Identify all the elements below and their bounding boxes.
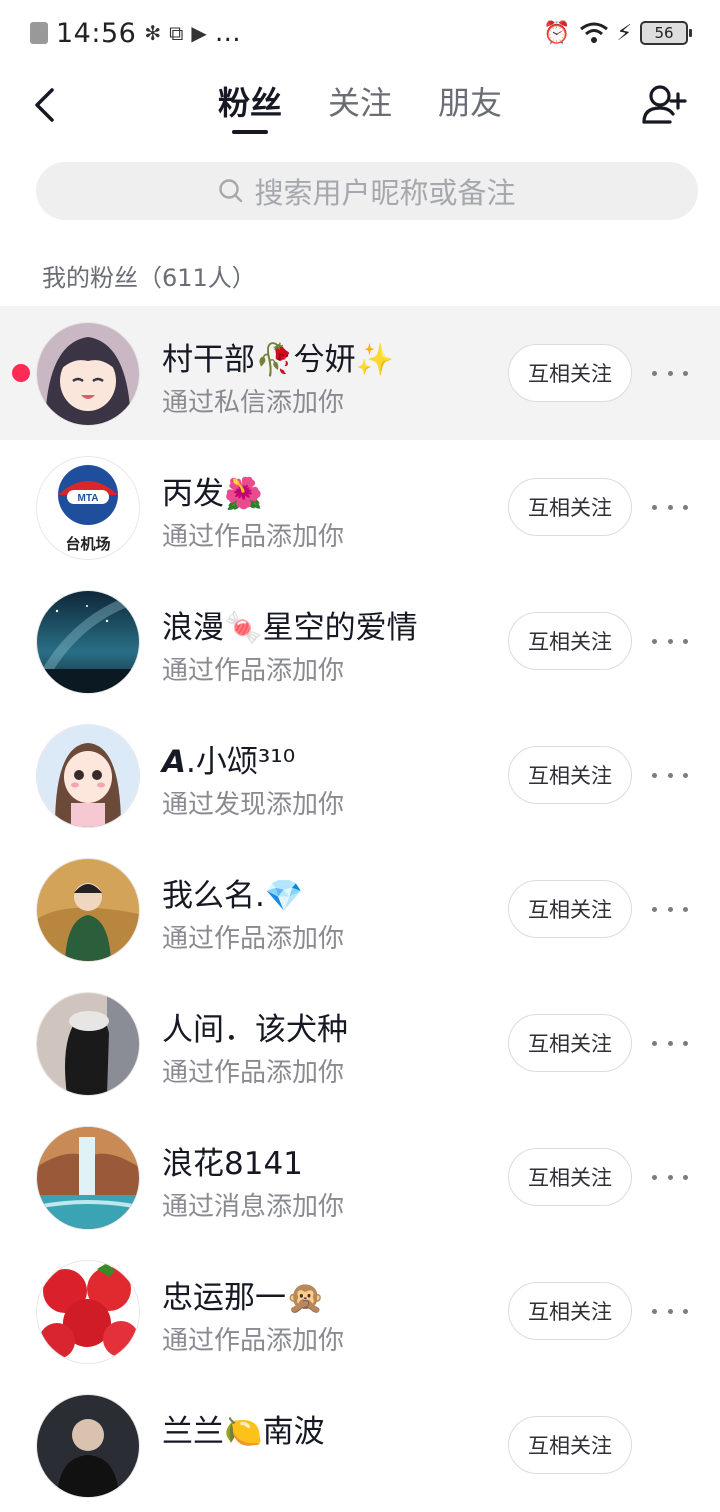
fans-list: 村干部🥀兮妍✨ 通过私信添加你 互相关注 MTA 台机场 丙发🌺 通过作品添加你… [0, 306, 720, 1512]
more-options-icon[interactable] [652, 492, 688, 522]
more-options-icon[interactable] [652, 1162, 688, 1192]
list-item[interactable]: 浪花8141 通过消息添加你 互相关注 [0, 1110, 720, 1244]
fan-name: 𝘼.小颂³¹⁰ [162, 744, 296, 780]
section-title: 我的粉丝（611人） [42, 264, 256, 292]
fan-source: 通过作品添加你 [162, 1326, 345, 1356]
fan-source: 通过作品添加你 [162, 924, 345, 954]
avatar[interactable] [36, 858, 140, 962]
tab-friends[interactable]: 朋友 [434, 80, 506, 134]
avatar[interactable] [36, 724, 140, 828]
more-options-icon[interactable] [652, 1296, 688, 1326]
avatar[interactable]: MTA 台机场 [36, 456, 140, 560]
fan-icon: ✻ [144, 21, 162, 45]
list-item[interactable]: 村干部🥀兮妍✨ 通过私信添加你 互相关注 [0, 306, 720, 440]
tab-bar: 粉丝 关注 朋友 [0, 80, 720, 134]
charging-icon: ⚡ [616, 20, 632, 46]
fan-name: 我么名.💎 [162, 878, 304, 914]
avatar[interactable] [36, 590, 140, 694]
avatar[interactable] [36, 1260, 140, 1364]
search-bar[interactable]: 搜索用户昵称或备注 [36, 162, 698, 220]
mutual-follow-button[interactable]: 互相关注 [508, 612, 632, 670]
mutual-follow-button[interactable]: 互相关注 [508, 1014, 632, 1072]
avatar[interactable] [36, 1394, 140, 1498]
fan-name: 浪花8141 [162, 1146, 303, 1182]
mutual-follow-button[interactable]: 互相关注 [508, 344, 632, 402]
video-icon: ▶ [191, 21, 207, 45]
more-options-icon[interactable] [652, 760, 688, 790]
more-options-icon[interactable] [652, 358, 688, 388]
fan-name: 忠运那一🙊 [162, 1280, 325, 1316]
unread-dot [12, 364, 30, 382]
list-item[interactable]: 我么名.💎 通过作品添加你 互相关注 [0, 842, 720, 976]
fan-source: 通过私信添加你 [162, 388, 345, 418]
search-icon [219, 179, 243, 203]
list-item[interactable]: 𝘼.小颂³¹⁰ 通过发现添加你 互相关注 [0, 708, 720, 842]
list-item[interactable]: 兰兰🍋南波 互相关注 [0, 1378, 720, 1512]
avatar[interactable] [36, 1126, 140, 1230]
list-item[interactable]: MTA 台机场 丙发🌺 通过作品添加你 互相关注 [0, 440, 720, 574]
status-bar: 14:56 ✻ ⧉ ▶ … ⏰ ⚡ 56 [0, 0, 720, 66]
fan-source: 通过作品添加你 [162, 656, 345, 686]
fan-name: 村干部🥀兮妍✨ [162, 342, 395, 378]
tab-following[interactable]: 关注 [324, 80, 396, 134]
more-options-icon[interactable] [652, 626, 688, 656]
mutual-follow-button[interactable]: 互相关注 [508, 1148, 632, 1206]
fan-source: 通过消息添加你 [162, 1192, 345, 1222]
fan-name: 兰兰🍋南波 [162, 1414, 325, 1450]
mutual-follow-button[interactable]: 互相关注 [508, 880, 632, 938]
fan-source: 通过发现添加你 [162, 790, 345, 820]
wifi-icon [579, 22, 608, 43]
svg-text:MTA: MTA [78, 493, 99, 504]
fan-name: 人间．该犬种 [162, 1012, 348, 1048]
list-item[interactable]: 忠运那一🙊 通过作品添加你 互相关注 [0, 1244, 720, 1378]
fan-source: 通过作品添加你 [162, 1058, 345, 1088]
fan-name: 浪漫🍬星空的爱情 [162, 610, 418, 646]
more-status-icon: … [214, 18, 241, 48]
app-icon: ⧉ [169, 21, 184, 45]
more-options-icon[interactable] [652, 894, 688, 924]
mutual-follow-button[interactable]: 互相关注 [508, 1282, 632, 1340]
more-options-icon[interactable] [652, 1028, 688, 1058]
add-friend-button[interactable] [640, 82, 690, 128]
search-input[interactable]: 搜索用户昵称或备注 [254, 170, 515, 212]
fan-name: 丙发🌺 [162, 476, 263, 512]
battery-indicator: 56 [640, 21, 692, 45]
mutual-follow-button[interactable]: 互相关注 [508, 746, 632, 804]
mutual-follow-button[interactable]: 互相关注 [508, 478, 632, 536]
add-user-icon [642, 85, 687, 124]
avatar[interactable] [36, 322, 140, 426]
avatar[interactable] [36, 992, 140, 1096]
fan-source: 通过作品添加你 [162, 522, 345, 552]
header: 粉丝 关注 朋友 [0, 66, 720, 150]
svg-text:台机场: 台机场 [65, 535, 110, 553]
list-item[interactable]: 人间．该犬种 通过作品添加你 互相关注 [0, 976, 720, 1110]
alarm-icon: ⏰ [543, 20, 571, 46]
mutual-follow-button[interactable]: 互相关注 [508, 1416, 632, 1474]
list-item[interactable]: 浪漫🍬星空的爱情 通过作品添加你 互相关注 [0, 574, 720, 708]
tab-fans[interactable]: 粉丝 [214, 80, 286, 134]
notification-icon [30, 22, 48, 44]
status-time: 14:56 [56, 17, 137, 49]
